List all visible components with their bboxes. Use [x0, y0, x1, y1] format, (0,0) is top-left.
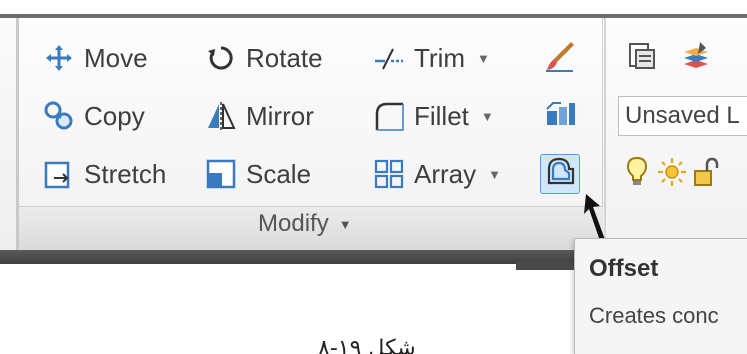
stretch-icon: [42, 157, 76, 191]
unlock-icon: [691, 156, 719, 193]
figure-caption: شکل ۱۹-۸: [318, 336, 416, 354]
stretch-label: Stretch: [84, 158, 167, 189]
mirror-button[interactable]: Mirror: [204, 96, 314, 136]
modify-panel-title-label: Modify: [258, 210, 329, 237]
move-button[interactable]: Move: [42, 38, 148, 78]
layer-properties-icon: [626, 40, 658, 77]
explode-button[interactable]: [540, 96, 580, 136]
panel-expand-icon: ▼: [338, 216, 352, 232]
erase-icon: [543, 39, 577, 78]
fillet-label: Fillet: [414, 100, 469, 131]
layer-state-dropdown[interactable]: Unsaved L: [618, 96, 747, 136]
ribbon-bottom-bar: [0, 250, 577, 264]
offset-icon: [543, 155, 577, 194]
layer-properties-button[interactable]: [622, 38, 662, 78]
mirror-label: Mirror: [246, 100, 314, 131]
fillet-dropdown-icon[interactable]: ▼: [481, 109, 494, 124]
trim-icon: [372, 41, 406, 75]
layer-freeze-button[interactable]: [654, 154, 690, 194]
array-label: Array: [414, 158, 477, 189]
rotate-label: Rotate: [246, 42, 323, 73]
tooltip-description: Creates conc: [589, 303, 719, 328]
fillet-icon: [372, 99, 406, 133]
erase-button[interactable]: [540, 38, 580, 78]
array-icon: [372, 157, 406, 191]
array-button[interactable]: Array ▼: [372, 154, 501, 194]
rotate-icon: [204, 41, 238, 75]
mirror-icon: [204, 99, 238, 133]
layer-state-value: Unsaved L: [625, 102, 740, 129]
offset-button[interactable]: [540, 154, 580, 194]
layer-lock-button[interactable]: [690, 154, 720, 194]
panel-separator: [605, 28, 606, 218]
lightbulb-icon: [626, 156, 648, 193]
trim-dropdown-icon[interactable]: ▼: [477, 51, 490, 66]
sun-icon: [656, 156, 688, 193]
layer-on-button[interactable]: [620, 154, 654, 194]
offset-tooltip: Offset Creates conc: [574, 238, 747, 354]
fillet-button[interactable]: Fillet ▼: [372, 96, 494, 136]
scale-icon: [204, 157, 238, 191]
move-icon: [42, 41, 76, 75]
layer-states-icon: [680, 40, 712, 77]
copy-label: Copy: [84, 100, 145, 131]
scale-label: Scale: [246, 158, 312, 189]
stretch-button[interactable]: Stretch: [42, 154, 166, 194]
array-dropdown-icon[interactable]: ▼: [488, 167, 501, 182]
layer-states-button[interactable]: [676, 38, 716, 78]
explode-icon: [543, 97, 577, 136]
rotate-button[interactable]: Rotate: [204, 38, 323, 78]
tooltip-title: Offset: [589, 255, 659, 282]
scale-button[interactable]: Scale: [204, 154, 311, 194]
trim-button[interactable]: Trim ▼: [372, 38, 490, 78]
copy-icon: [42, 99, 76, 133]
trim-label: Trim: [414, 42, 466, 73]
modify-panel-title[interactable]: Modify ▼: [258, 210, 352, 238]
move-label: Move: [84, 42, 148, 73]
copy-button[interactable]: Copy: [42, 96, 145, 136]
